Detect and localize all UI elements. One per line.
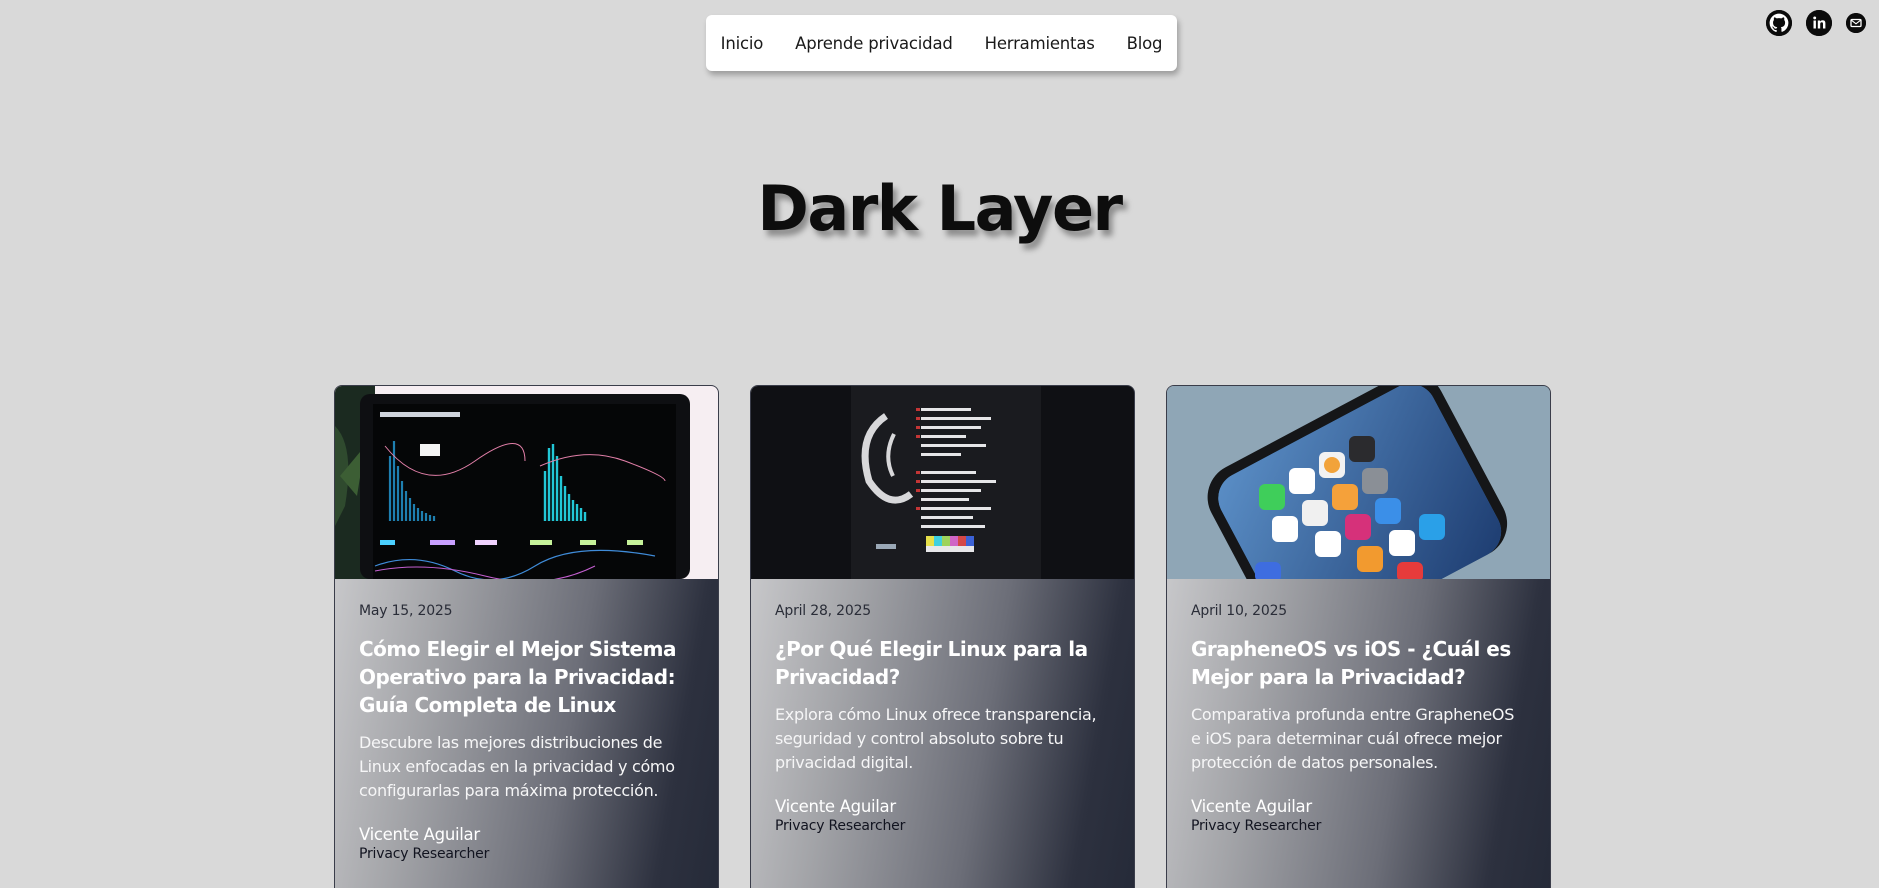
post-date: May 15, 2025 — [359, 603, 453, 619]
terminal-debian-image — [751, 386, 1134, 579]
post-title[interactable]: ¿Por Qué Elegir Linux para la Privacidad… — [775, 635, 1110, 691]
blog-post-card[interactable]: April 10, 2025 GrapheneOS vs iOS - ¿Cuál… — [1166, 385, 1551, 888]
blog-post-card[interactable]: May 15, 2025 Cómo Elegir el Mejor Sistem… — [334, 385, 719, 888]
nav-item-blog[interactable]: Blog — [1127, 34, 1163, 53]
mail-icon[interactable] — [1846, 13, 1866, 33]
social-links — [1766, 10, 1866, 36]
nav-item-aprende-privacidad[interactable]: Aprende privacidad — [795, 34, 953, 53]
nav-item-herramientas[interactable]: Herramientas — [985, 34, 1095, 53]
author-role: Privacy Researcher — [359, 846, 490, 862]
nav-item-inicio[interactable]: Inicio — [721, 34, 764, 53]
page-title: Dark Layer — [757, 172, 1123, 245]
post-title[interactable]: Cómo Elegir el Mejor Sistema Operativo p… — [359, 635, 694, 719]
post-title[interactable]: GrapheneOS vs iOS - ¿Cuál es Mejor para … — [1191, 635, 1526, 691]
post-author: Vicente Aguilar — [1191, 797, 1312, 816]
post-date: April 10, 2025 — [1191, 603, 1287, 619]
post-author: Vicente Aguilar — [359, 825, 480, 844]
smartphone-homescreen-image — [1167, 386, 1550, 579]
post-description: Comparativa profunda entre GrapheneOS e … — [1191, 705, 1515, 772]
card-body: May 15, 2025 Cómo Elegir el Mejor Sistem… — [335, 603, 718, 862]
github-icon[interactable] — [1766, 10, 1792, 36]
post-description: Descubre las mejores distribuciones de L… — [359, 733, 675, 800]
post-author: Vicente Aguilar — [775, 797, 896, 816]
top-navigation: Inicio Aprende privacidad Herramientas B… — [706, 15, 1177, 71]
post-date: April 28, 2025 — [775, 603, 871, 619]
blog-post-card[interactable]: April 28, 2025 ¿Por Qué Elegir Linux par… — [750, 385, 1135, 888]
author-role: Privacy Researcher — [1191, 818, 1322, 834]
post-description: Explora cómo Linux ofrece transparencia,… — [775, 705, 1097, 772]
author-role: Privacy Researcher — [775, 818, 906, 834]
laptop-dashboard-image — [335, 386, 718, 579]
linkedin-icon[interactable] — [1806, 10, 1832, 36]
card-body: April 28, 2025 ¿Por Qué Elegir Linux par… — [751, 603, 1134, 834]
card-body: April 10, 2025 GrapheneOS vs iOS - ¿Cuál… — [1167, 603, 1550, 834]
page: Inicio Aprende privacidad Herramientas B… — [0, 0, 1879, 888]
